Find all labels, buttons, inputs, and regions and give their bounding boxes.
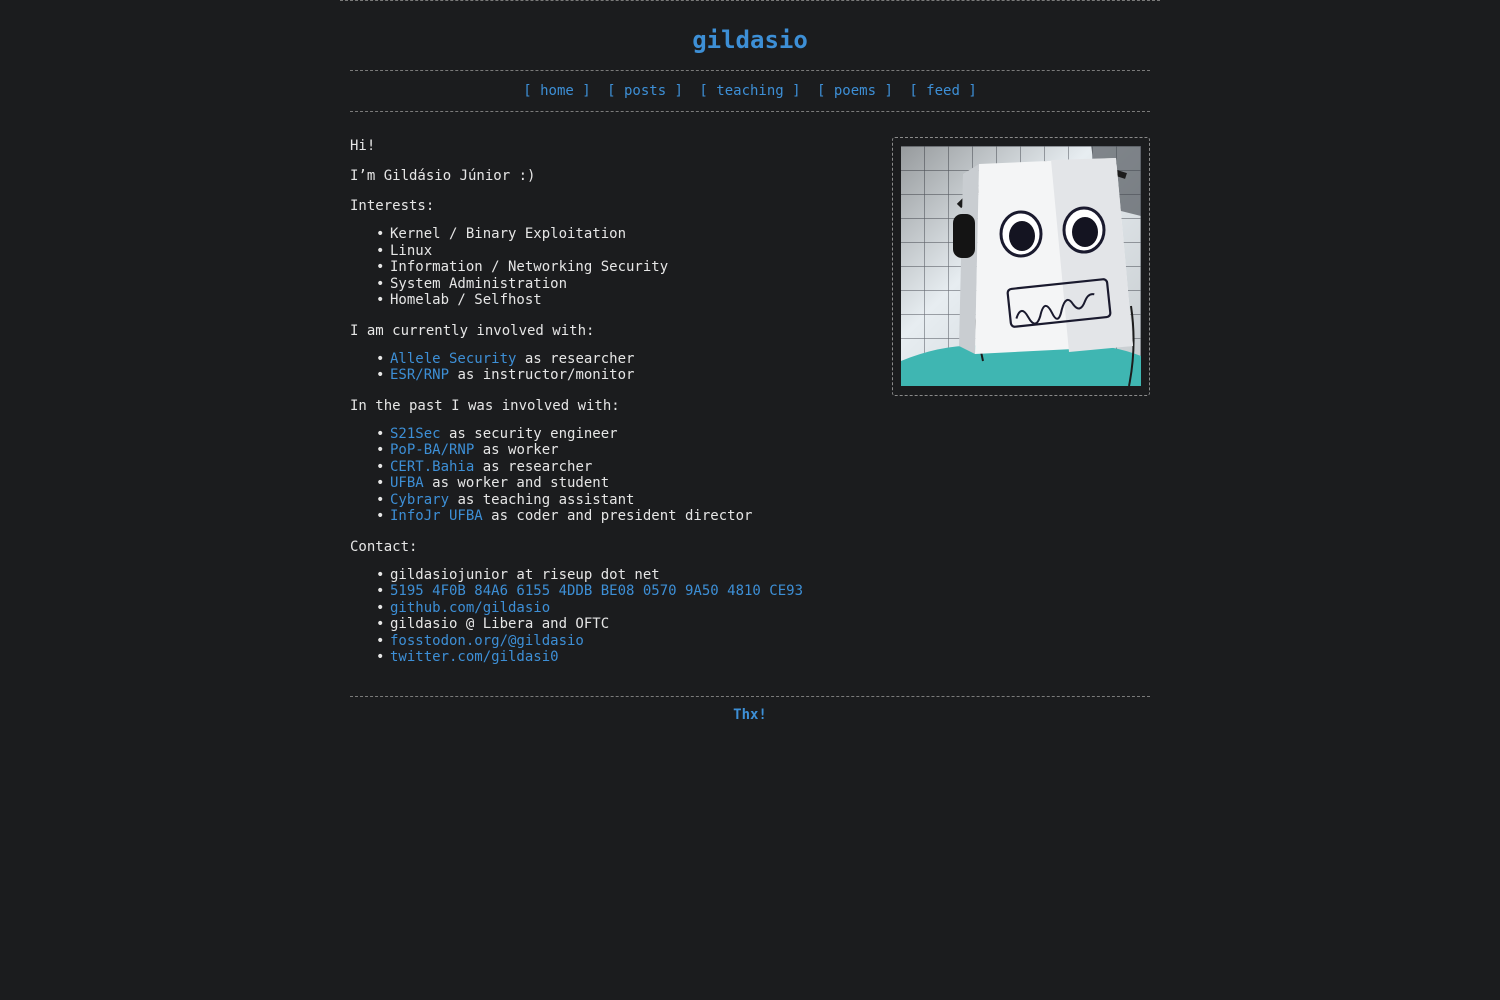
contact-email: gildasiojunior at riseup dot net xyxy=(376,567,890,584)
avatar-frame xyxy=(892,137,1150,396)
esr-rnp-link[interactable]: ESR/RNP xyxy=(390,367,449,383)
past-involvement-heading: In the past I was involved with: xyxy=(350,397,620,414)
list-item: Kernel / Binary Exploitation xyxy=(376,226,890,243)
role-text: as researcher xyxy=(516,350,635,367)
s21sec-link[interactable]: S21Sec xyxy=(390,426,441,442)
list-item: CERT.Bahia as researcher xyxy=(376,459,890,476)
interests-list: Kernel / Binary Exploitation Linux Infor… xyxy=(350,226,890,309)
list-item: InfoJr UFBA as coder and president direc… xyxy=(376,508,890,525)
footer-thx-link[interactable]: Thx! xyxy=(733,707,767,723)
header-divider xyxy=(350,70,1150,71)
robot-box-mask-photo xyxy=(901,146,1141,386)
role-text: as coder and president director xyxy=(482,508,753,524)
github-link[interactable]: github.com/gildasio xyxy=(390,600,550,616)
pgp-fingerprint-link[interactable]: 5195 4F0B 84A6 6155 4DDB BE08 0570 9A50 … xyxy=(390,583,803,599)
greeting-text: Hi! xyxy=(350,138,376,154)
contact-heading: Contact: xyxy=(350,538,418,555)
list-item: twitter.com/gildasi0 xyxy=(376,649,890,666)
infojr-ufba-link[interactable]: InfoJr UFBA xyxy=(390,508,483,524)
cert-bahia-link[interactable]: CERT.Bahia xyxy=(390,459,474,475)
nav-posts-link[interactable]: [ posts ] xyxy=(607,83,683,99)
list-item: fosstodon.org/@gildasio xyxy=(376,633,890,650)
current-involvement-list: Allele Security as researcher ESR/RNP as… xyxy=(350,351,890,384)
list-item: Cybrary as teaching assistant xyxy=(376,492,890,509)
avatar xyxy=(901,146,1141,386)
contact-list: gildasiojunior at riseup dot net 5195 4F… xyxy=(350,567,890,666)
main-nav: [ home ] [ posts ] [ teaching ] [ poems … xyxy=(350,81,1150,101)
role-text: as researcher xyxy=(474,458,593,475)
list-item: Homelab / Selfhost xyxy=(376,292,890,309)
interests-heading: Interests: xyxy=(350,198,435,214)
list-item: UFBA as worker and student xyxy=(376,475,890,492)
nav-teaching-link[interactable]: [ teaching ] xyxy=(699,83,800,99)
role-text: as teaching assistant xyxy=(449,491,635,508)
allele-security-link[interactable]: Allele Security xyxy=(390,351,516,367)
list-item: 5195 4F0B 84A6 6155 4DDB BE08 0570 9A50 … xyxy=(376,583,890,600)
nav-divider xyxy=(350,111,1150,112)
current-involvement-heading: I am currently involved with: xyxy=(350,322,595,339)
list-item: ESR/RNP as instructor/monitor xyxy=(376,367,890,384)
role-text: as security engineer xyxy=(440,425,618,442)
list-item: Linux xyxy=(376,243,890,260)
footer-divider xyxy=(350,696,1150,697)
list-item: System Administration xyxy=(376,276,890,293)
role-text: as instructor/monitor xyxy=(449,367,635,383)
twitter-link[interactable]: twitter.com/gildasi0 xyxy=(390,649,559,665)
list-item: PoP-BA/RNP as worker xyxy=(376,442,890,459)
mastodon-link[interactable]: fosstodon.org/@gildasio xyxy=(390,633,584,649)
list-item: github.com/gildasio xyxy=(376,600,890,617)
list-item: Allele Security as researcher xyxy=(376,351,890,368)
pop-ba-rnp-link[interactable]: PoP-BA/RNP xyxy=(390,442,474,458)
site-title[interactable]: gildasio xyxy=(350,24,1150,56)
nav-home-link[interactable]: [ home ] xyxy=(523,83,590,99)
role-text: as worker and student xyxy=(423,475,610,491)
cybrary-link[interactable]: Cybrary xyxy=(390,492,449,508)
intro-name-text: I’m Gildásio Júnior :) xyxy=(350,168,536,184)
list-item: Information / Networking Security xyxy=(376,259,890,276)
site-title-link[interactable]: gildasio xyxy=(692,26,808,54)
ufba-link[interactable]: UFBA xyxy=(390,475,424,491)
contact-irc: gildasio @ Libera and OFTC xyxy=(376,616,890,633)
top-border xyxy=(340,0,1160,1)
role-text: as worker xyxy=(474,442,559,458)
nav-poems-link[interactable]: [ poems ] xyxy=(817,83,893,99)
list-item: S21Sec as security engineer xyxy=(376,426,890,443)
past-involvement-list: S21Sec as security engineer PoP-BA/RNP a… xyxy=(350,426,890,525)
footer: Thx! xyxy=(350,705,1150,725)
main-content: Hi! I’m Gildásio Júnior :) Interests: Ke… xyxy=(350,136,890,678)
nav-feed-link[interactable]: [ feed ] xyxy=(909,83,976,99)
